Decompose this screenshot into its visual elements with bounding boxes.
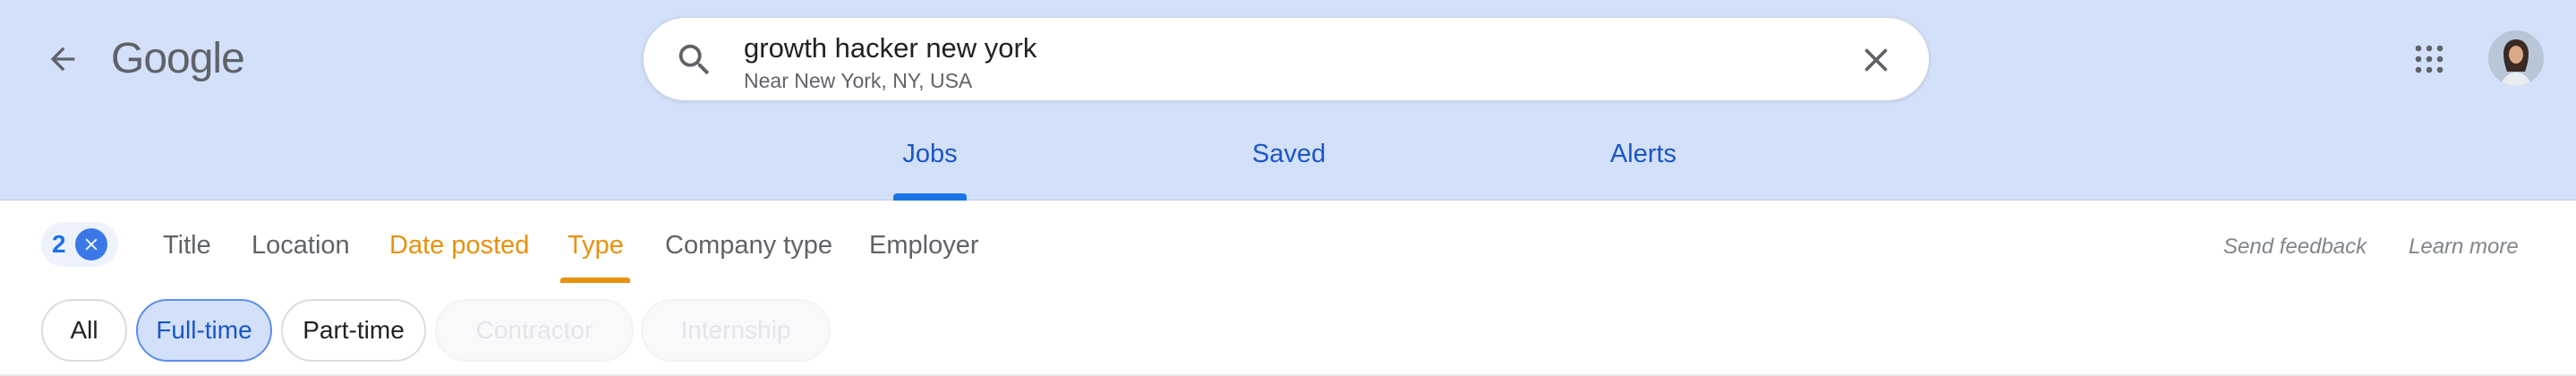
filter-company-type[interactable]: Company type xyxy=(665,229,832,261)
chip-internship: Internship xyxy=(641,299,831,362)
back-button[interactable] xyxy=(39,36,86,82)
clear-search-button[interactable] xyxy=(1855,39,1897,81)
chip-all[interactable]: All xyxy=(41,299,127,362)
tab-jobs[interactable]: Jobs xyxy=(893,140,967,199)
google-apps-button[interactable] xyxy=(2406,36,2452,82)
active-filter-count: 2 xyxy=(52,230,66,258)
filter-employer[interactable]: Employer xyxy=(869,229,979,261)
close-icon xyxy=(1864,48,1888,72)
active-tab-indicator xyxy=(893,193,967,201)
send-feedback-link[interactable]: Send feedback xyxy=(2223,235,2367,260)
filter-bar: 2 Title Location Date posted Type Compan… xyxy=(0,201,2576,290)
google-logo[interactable]: Google xyxy=(111,32,245,86)
search-query[interactable]: growth hacker new york xyxy=(744,30,1036,66)
search-box[interactable]: growth hacker new york Near New York, NY… xyxy=(643,17,1930,101)
filter-location[interactable]: Location xyxy=(252,229,350,261)
close-icon xyxy=(85,238,97,251)
header: Google growth hacker new york Near New Y… xyxy=(0,0,2576,201)
filter-date-posted[interactable]: Date posted xyxy=(389,229,529,261)
profile-photo-icon xyxy=(2488,30,2544,86)
tab-saved[interactable]: Saved xyxy=(1235,140,1343,199)
chip-contractor: Contractor xyxy=(435,299,634,362)
avatar[interactable] xyxy=(2488,30,2544,86)
apps-grid-icon xyxy=(2415,45,2444,73)
tab-alerts[interactable]: Alerts xyxy=(1590,140,1697,199)
filter-type-indicator xyxy=(560,278,630,283)
active-filters-chip[interactable]: 2 xyxy=(41,222,118,267)
arrow-left-icon xyxy=(50,47,75,72)
chip-full-time[interactable]: Full-time xyxy=(136,299,272,362)
search-icon[interactable] xyxy=(674,39,715,81)
learn-more-link[interactable]: Learn more xyxy=(2409,235,2519,260)
chip-part-time[interactable]: Part-time xyxy=(281,299,426,362)
filter-title[interactable]: Title xyxy=(163,229,211,261)
filter-type[interactable]: Type xyxy=(567,229,624,261)
search-location[interactable]: Near New York, NY, USA xyxy=(744,68,972,93)
clear-filters-button[interactable] xyxy=(74,228,107,261)
